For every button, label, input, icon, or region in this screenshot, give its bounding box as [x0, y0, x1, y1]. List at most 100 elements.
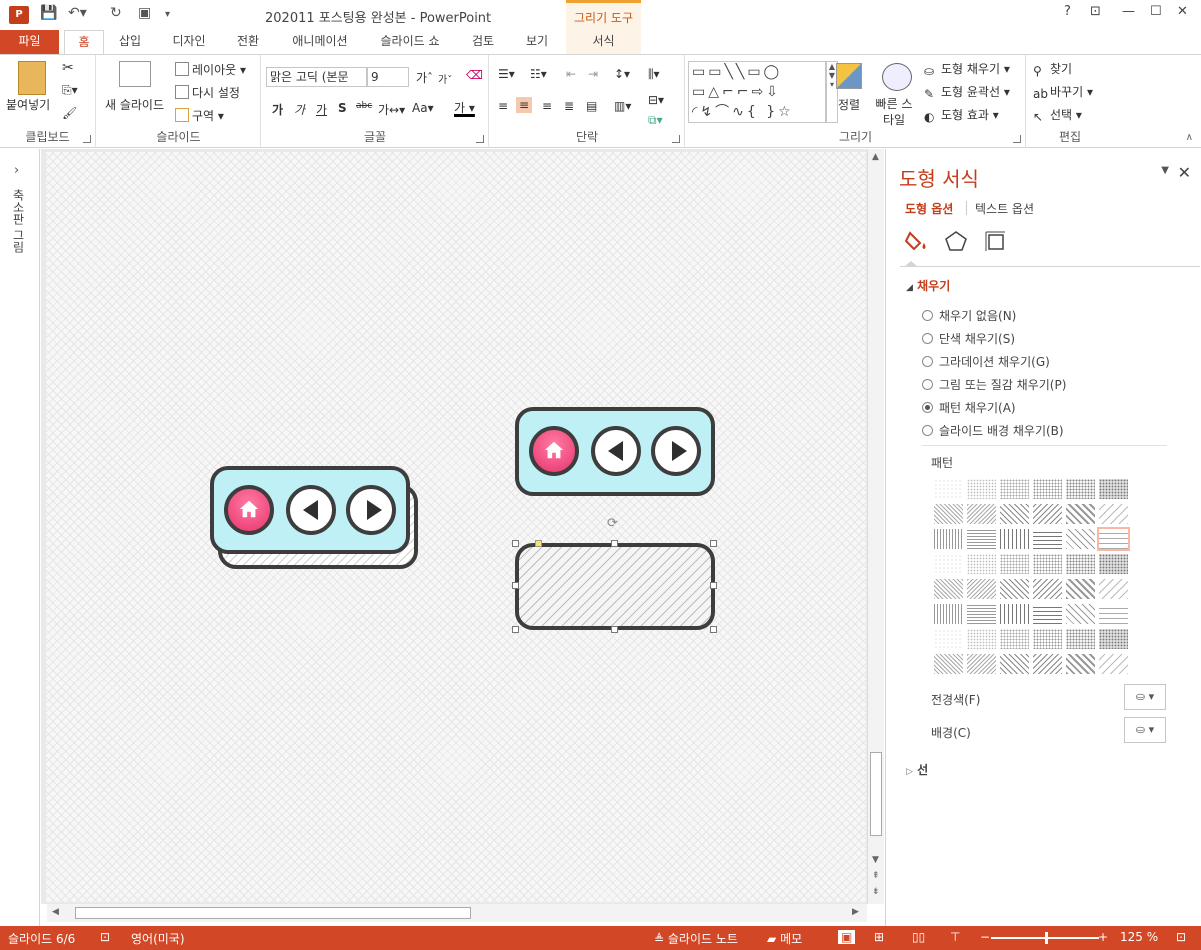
- pattern-swatch[interactable]: [1033, 604, 1062, 624]
- resize-handle-bottom[interactable]: [611, 626, 618, 633]
- language-indicator[interactable]: 영어(미국): [131, 930, 185, 947]
- shape-outline-button[interactable]: ✎ 도형 윤곽선 ▾: [924, 83, 1010, 101]
- pane-options-icon[interactable]: ▼: [1161, 165, 1169, 176]
- previous-slide-icon[interactable]: ⇞: [872, 871, 880, 881]
- pattern-swatch[interactable]: [967, 554, 996, 574]
- scroll-down-icon[interactable]: ▼: [872, 855, 879, 865]
- radio-pattern-fill[interactable]: 패턴 채우기(A): [922, 399, 1016, 416]
- font-color-icon[interactable]: 가 ▾: [454, 99, 475, 116]
- convert-smartart-icon[interactable]: ⧉▾: [648, 113, 663, 128]
- align-left-icon[interactable]: ≡: [498, 99, 508, 113]
- tab-home[interactable]: 홈: [64, 30, 104, 54]
- clipboard-launcher-icon[interactable]: [83, 135, 91, 143]
- tab-insert[interactable]: 삽입: [110, 30, 150, 54]
- zoom-out-icon[interactable]: −: [980, 930, 990, 944]
- tab-slide-show[interactable]: 슬라이드 쇼: [370, 30, 450, 54]
- pattern-swatch[interactable]: [1066, 579, 1095, 599]
- pattern-swatch[interactable]: [1000, 504, 1029, 524]
- pattern-swatch[interactable]: [1000, 654, 1029, 674]
- columns-icon[interactable]: ▥▾: [614, 99, 631, 113]
- pattern-swatch[interactable]: [1000, 529, 1029, 549]
- clear-formatting-icon[interactable]: ⌫: [466, 68, 483, 82]
- pattern-swatch[interactable]: [1066, 604, 1095, 624]
- resize-handle-right[interactable]: [710, 582, 717, 589]
- bullets-icon[interactable]: ☰▾: [498, 67, 515, 81]
- justify-icon[interactable]: ≣: [564, 99, 574, 113]
- radio-no-fill-dot[interactable]: [922, 310, 933, 321]
- thumbnail-pane-collapsed[interactable]: › 축소판 그림: [0, 149, 40, 926]
- redo-icon[interactable]: ↻: [110, 5, 122, 21]
- increase-font-icon[interactable]: 가ˆ: [416, 69, 433, 86]
- zoom-in-icon[interactable]: +: [1098, 930, 1108, 944]
- pattern-swatch[interactable]: [1066, 654, 1095, 674]
- background-color-button[interactable]: ⛀ ▾: [1124, 717, 1166, 743]
- slideshow-view-icon[interactable]: ⊤: [950, 930, 960, 944]
- align-right-icon[interactable]: ≡: [542, 99, 552, 113]
- reset-button[interactable]: 다시 설정: [175, 84, 240, 101]
- tab-design[interactable]: 디자인: [160, 30, 218, 54]
- size-properties-icon[interactable]: [983, 229, 1009, 253]
- pattern-swatch[interactable]: [934, 554, 963, 574]
- paragraph-launcher-icon[interactable]: [672, 135, 680, 143]
- strikethrough-icon[interactable]: abc: [356, 101, 372, 111]
- pattern-swatch[interactable]: [934, 579, 963, 599]
- replace-button[interactable]: ab 바꾸기 ▾: [1033, 83, 1093, 101]
- underline-icon[interactable]: 가: [316, 101, 327, 118]
- help-icon[interactable]: ?: [1064, 4, 1071, 19]
- tab-text-options[interactable]: 텍스트 옵션: [975, 200, 1034, 217]
- reading-view-icon[interactable]: ▯▯: [912, 930, 925, 944]
- radio-solid-fill[interactable]: 단색 채우기(S): [922, 330, 1015, 347]
- pattern-swatch[interactable]: [1000, 629, 1029, 649]
- arrange-icon[interactable]: [836, 63, 862, 89]
- pattern-swatch[interactable]: [967, 654, 996, 674]
- pattern-swatch[interactable]: [1033, 554, 1062, 574]
- save-icon[interactable]: 💾: [40, 5, 57, 21]
- previous-button-shape[interactable]: [286, 485, 336, 535]
- char-spacing-icon[interactable]: 가↔▾: [378, 101, 405, 118]
- pattern-swatch[interactable]: [934, 654, 963, 674]
- text-direction-icon[interactable]: ⫼▾: [648, 67, 660, 82]
- pattern-swatch[interactable]: [967, 629, 996, 649]
- align-center-icon[interactable]: ≡: [516, 97, 533, 113]
- home-button-shape[interactable]: [224, 485, 274, 535]
- expand-thumbnails-icon[interactable]: ›: [14, 163, 19, 178]
- pattern-swatch[interactable]: [1066, 629, 1095, 649]
- customize-quick-access-icon[interactable]: ▾: [165, 9, 170, 20]
- minimize-icon[interactable]: —: [1122, 4, 1135, 19]
- shapes-gallery[interactable]: ▭▭╲╲▭◯ ▭△⌐⌐⇨⇩ ◜↯⌒∿{ }☆: [688, 61, 826, 123]
- vertical-scroll-thumb[interactable]: [870, 752, 882, 836]
- effects-pentagon-icon[interactable]: [943, 229, 969, 253]
- next-button-shape[interactable]: [346, 485, 396, 535]
- paste-button[interactable]: 붙여넣기: [6, 96, 50, 113]
- start-from-beginning-icon[interactable]: ▣: [138, 5, 151, 21]
- resize-handle-top[interactable]: [611, 540, 618, 547]
- pattern-swatch[interactable]: [1066, 504, 1095, 524]
- horizontal-scrollbar[interactable]: ◀ ▶: [47, 904, 867, 922]
- increase-indent-icon[interactable]: ⇥: [588, 67, 598, 81]
- find-button[interactable]: ⚲ 찾기: [1033, 60, 1072, 78]
- scroll-up-icon[interactable]: ▲: [872, 152, 879, 162]
- tab-animations[interactable]: 애니메이션: [280, 30, 360, 54]
- nav-bar-shape-left[interactable]: [210, 466, 410, 554]
- pattern-swatch[interactable]: [934, 629, 963, 649]
- resize-handle-left[interactable]: [512, 582, 519, 589]
- fit-to-window-icon[interactable]: ⊡: [1176, 930, 1186, 944]
- pattern-swatch[interactable]: [934, 504, 963, 524]
- font-name-combo[interactable]: 맑은 고딕 (본문: [266, 67, 367, 87]
- tab-transitions[interactable]: 전환: [226, 30, 270, 54]
- cut-icon[interactable]: ✂: [62, 60, 74, 76]
- radio-slide-background-fill-dot[interactable]: [922, 425, 933, 436]
- format-painter-icon[interactable]: 🖌: [62, 106, 77, 120]
- pattern-swatch[interactable]: [967, 529, 996, 549]
- pattern-swatch[interactable]: [1033, 504, 1062, 524]
- change-case-icon[interactable]: Aa▾: [412, 101, 434, 115]
- close-icon[interactable]: ✕: [1177, 4, 1188, 19]
- zoom-level[interactable]: 125 %: [1120, 930, 1158, 944]
- tab-file[interactable]: 파일: [0, 30, 59, 54]
- tab-format[interactable]: 서식: [566, 30, 641, 54]
- pattern-swatch[interactable]: [1000, 579, 1029, 599]
- pattern-swatch[interactable]: [1099, 504, 1128, 524]
- pattern-swatch[interactable]: [1099, 604, 1128, 624]
- pattern-swatch[interactable]: [1033, 529, 1062, 549]
- pattern-swatch[interactable]: [1000, 554, 1029, 574]
